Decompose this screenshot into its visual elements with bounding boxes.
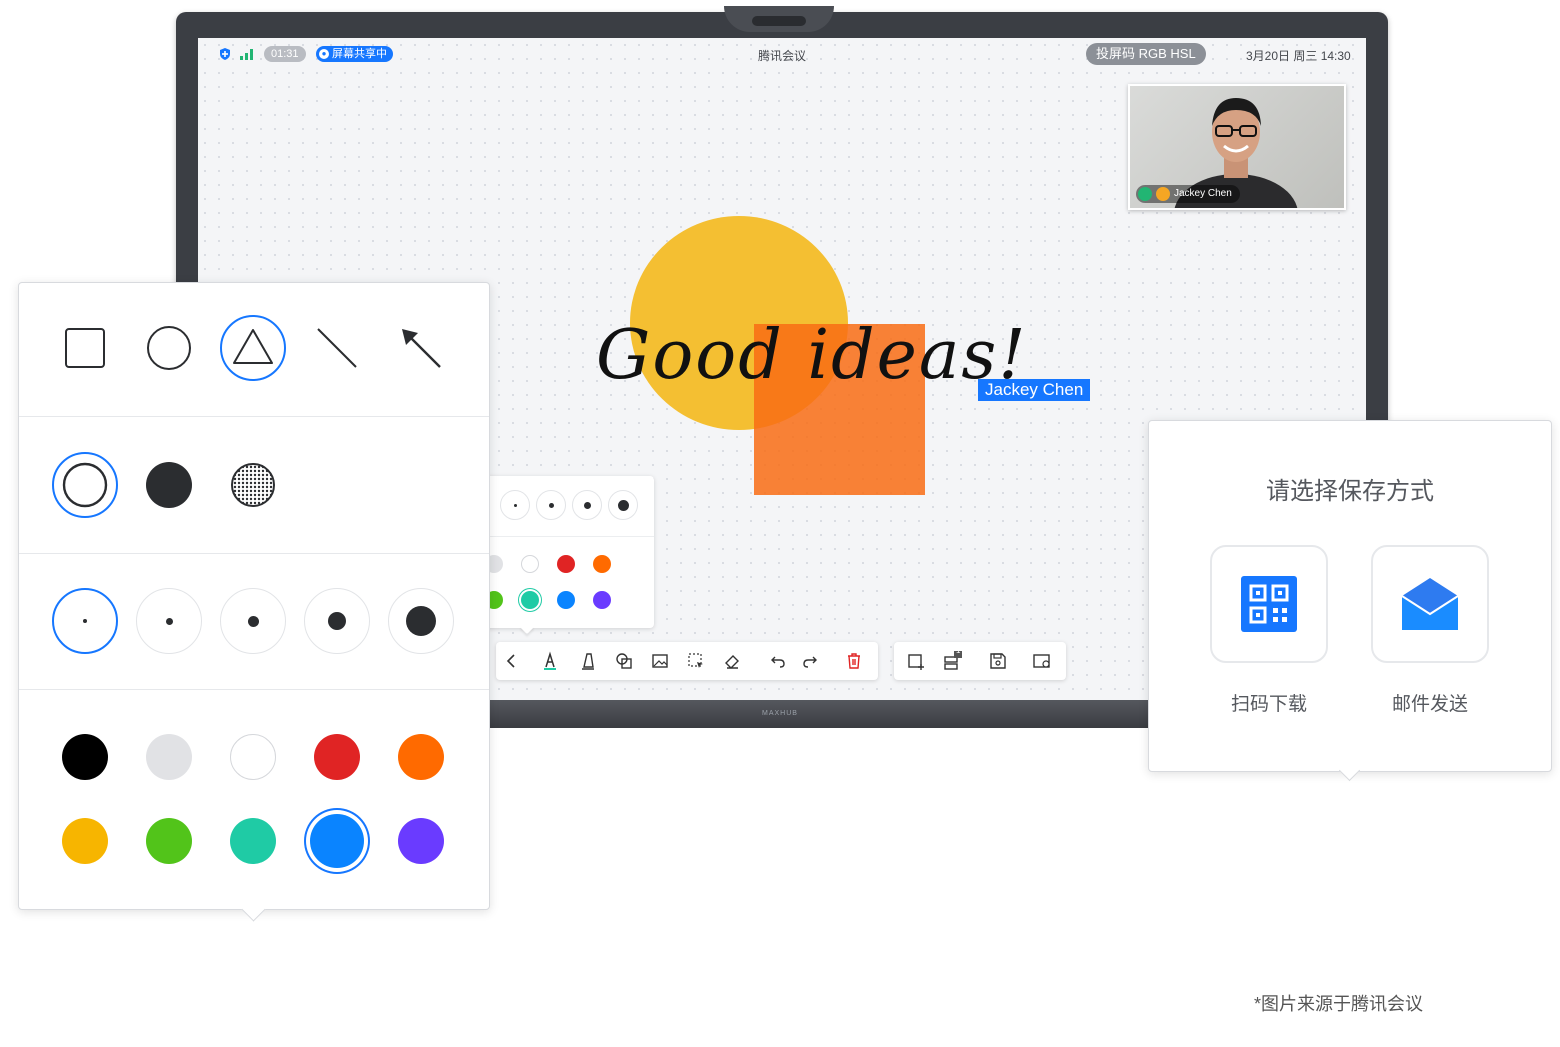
qr-download-button[interactable] bbox=[1210, 545, 1328, 663]
size-dot bbox=[328, 612, 346, 630]
mini-color-swatch[interactable] bbox=[557, 555, 575, 573]
color-swatch[interactable] bbox=[146, 734, 192, 780]
fill-outline-option[interactable] bbox=[52, 452, 118, 518]
pen-settings-popover bbox=[454, 476, 654, 635]
rectangle-icon bbox=[65, 328, 105, 368]
shape-line-option[interactable] bbox=[304, 315, 370, 381]
color-swatch[interactable] bbox=[230, 818, 276, 864]
participant-name: Jackey Chen bbox=[1174, 188, 1232, 199]
eraser-icon[interactable] bbox=[722, 651, 742, 671]
stroke-size-2[interactable] bbox=[136, 588, 202, 654]
select-icon[interactable] bbox=[686, 651, 706, 671]
color-swatch[interactable] bbox=[398, 734, 444, 780]
pattern-fill-icon bbox=[231, 463, 275, 507]
datetime: 3月20日 周三 14:30 bbox=[1246, 49, 1351, 63]
participant-video[interactable]: Jackey Chen bbox=[1128, 84, 1346, 210]
pen-icon[interactable] bbox=[540, 651, 560, 671]
page-toolbar: 1 bbox=[894, 642, 1066, 680]
color-swatch[interactable] bbox=[230, 734, 276, 780]
shape-triangle-option[interactable] bbox=[220, 315, 286, 381]
size-dot bbox=[165, 617, 173, 625]
arrow-icon bbox=[402, 329, 441, 368]
circle-icon bbox=[147, 326, 191, 370]
email-send-label: 邮件发送 bbox=[1391, 694, 1468, 715]
avatar bbox=[1156, 187, 1170, 201]
mail-icon bbox=[1401, 578, 1459, 630]
shape-settings-panel bbox=[18, 282, 490, 922]
email-send-button[interactable] bbox=[1371, 545, 1489, 663]
mic-icon bbox=[1138, 187, 1152, 201]
solid-fill-icon bbox=[146, 462, 192, 508]
canvas-handwriting[interactable]: Good ideas! bbox=[596, 316, 1028, 395]
divider bbox=[466, 536, 654, 537]
mini-color-swatch[interactable] bbox=[593, 555, 611, 573]
dialog-tail bbox=[1338, 759, 1361, 782]
color-swatch[interactable] bbox=[62, 734, 108, 780]
line-icon bbox=[317, 328, 357, 368]
shape-arrow-option[interactable] bbox=[388, 315, 454, 381]
pen-size-4[interactable] bbox=[608, 490, 638, 520]
color-swatch[interactable] bbox=[62, 818, 108, 864]
undo-icon[interactable] bbox=[768, 651, 788, 671]
shape-circle-option[interactable] bbox=[136, 315, 202, 381]
fill-solid-option[interactable] bbox=[136, 452, 202, 518]
color-swatch[interactable] bbox=[314, 734, 360, 780]
delete-icon[interactable] bbox=[844, 651, 864, 671]
save-method-dialog: 请选择保存方式 扫码下载 邮件发送 bbox=[1148, 420, 1552, 782]
new-page-icon[interactable] bbox=[906, 651, 926, 671]
pen-size-1[interactable] bbox=[500, 490, 530, 520]
size-dot bbox=[406, 606, 436, 636]
shape-rectangle-option[interactable] bbox=[52, 315, 118, 381]
mini-color-swatch[interactable] bbox=[521, 555, 539, 573]
color-swatch[interactable] bbox=[146, 818, 192, 864]
mini-color-swatch[interactable] bbox=[593, 591, 611, 609]
size-dot bbox=[83, 619, 87, 623]
page-count-badge: 1 bbox=[956, 646, 961, 655]
image-icon[interactable] bbox=[650, 651, 670, 671]
redo-icon[interactable] bbox=[800, 651, 820, 671]
camera-lens bbox=[752, 16, 806, 26]
color-swatch[interactable] bbox=[310, 814, 364, 868]
highlighter-icon[interactable] bbox=[578, 651, 598, 671]
popover-tail bbox=[519, 619, 535, 635]
qr-download-label: 扫码下载 bbox=[1230, 694, 1307, 715]
panel-tail bbox=[241, 897, 266, 922]
qr-code-icon bbox=[1241, 576, 1297, 632]
divider bbox=[19, 416, 489, 417]
triangle-icon bbox=[233, 329, 273, 364]
cast-code-badge: 投屏码 RGB HSL bbox=[1086, 43, 1206, 65]
status-bar: 01:31 ● 屏幕共享中 腾讯会议 投屏码 RGB HSL 3月20日 周三 … bbox=[198, 38, 1366, 70]
pen-size-2[interactable] bbox=[536, 490, 566, 520]
save-icon[interactable] bbox=[988, 651, 1008, 671]
monitor-brand: MAXHUB bbox=[762, 710, 798, 717]
settings-icon[interactable] bbox=[1032, 651, 1052, 671]
stroke-size-3[interactable] bbox=[220, 588, 286, 654]
shape-icon[interactable] bbox=[614, 651, 634, 671]
outline-fill-icon bbox=[62, 462, 108, 508]
stroke-size-4[interactable] bbox=[304, 588, 370, 654]
back-icon[interactable] bbox=[502, 651, 522, 671]
dialog-title: 请选择保存方式 bbox=[1266, 478, 1434, 505]
stroke-size-1[interactable] bbox=[52, 588, 118, 654]
fill-pattern-option[interactable] bbox=[220, 452, 286, 518]
size-dot bbox=[247, 615, 259, 627]
stroke-size-5[interactable] bbox=[388, 588, 454, 654]
divider bbox=[19, 553, 489, 554]
divider bbox=[19, 689, 489, 690]
color-swatch[interactable] bbox=[398, 818, 444, 864]
source-note: *图片来源于腾讯会议 bbox=[1254, 994, 1424, 1014]
camera-bump bbox=[724, 6, 834, 32]
remote-cursor-tag: Jackey Chen bbox=[978, 379, 1091, 401]
whiteboard-toolbar bbox=[496, 642, 878, 680]
mini-color-swatch[interactable] bbox=[521, 591, 539, 609]
participant-name-tag: Jackey Chen bbox=[1136, 185, 1240, 203]
mini-color-swatch[interactable] bbox=[557, 591, 575, 609]
pen-size-3[interactable] bbox=[572, 490, 602, 520]
